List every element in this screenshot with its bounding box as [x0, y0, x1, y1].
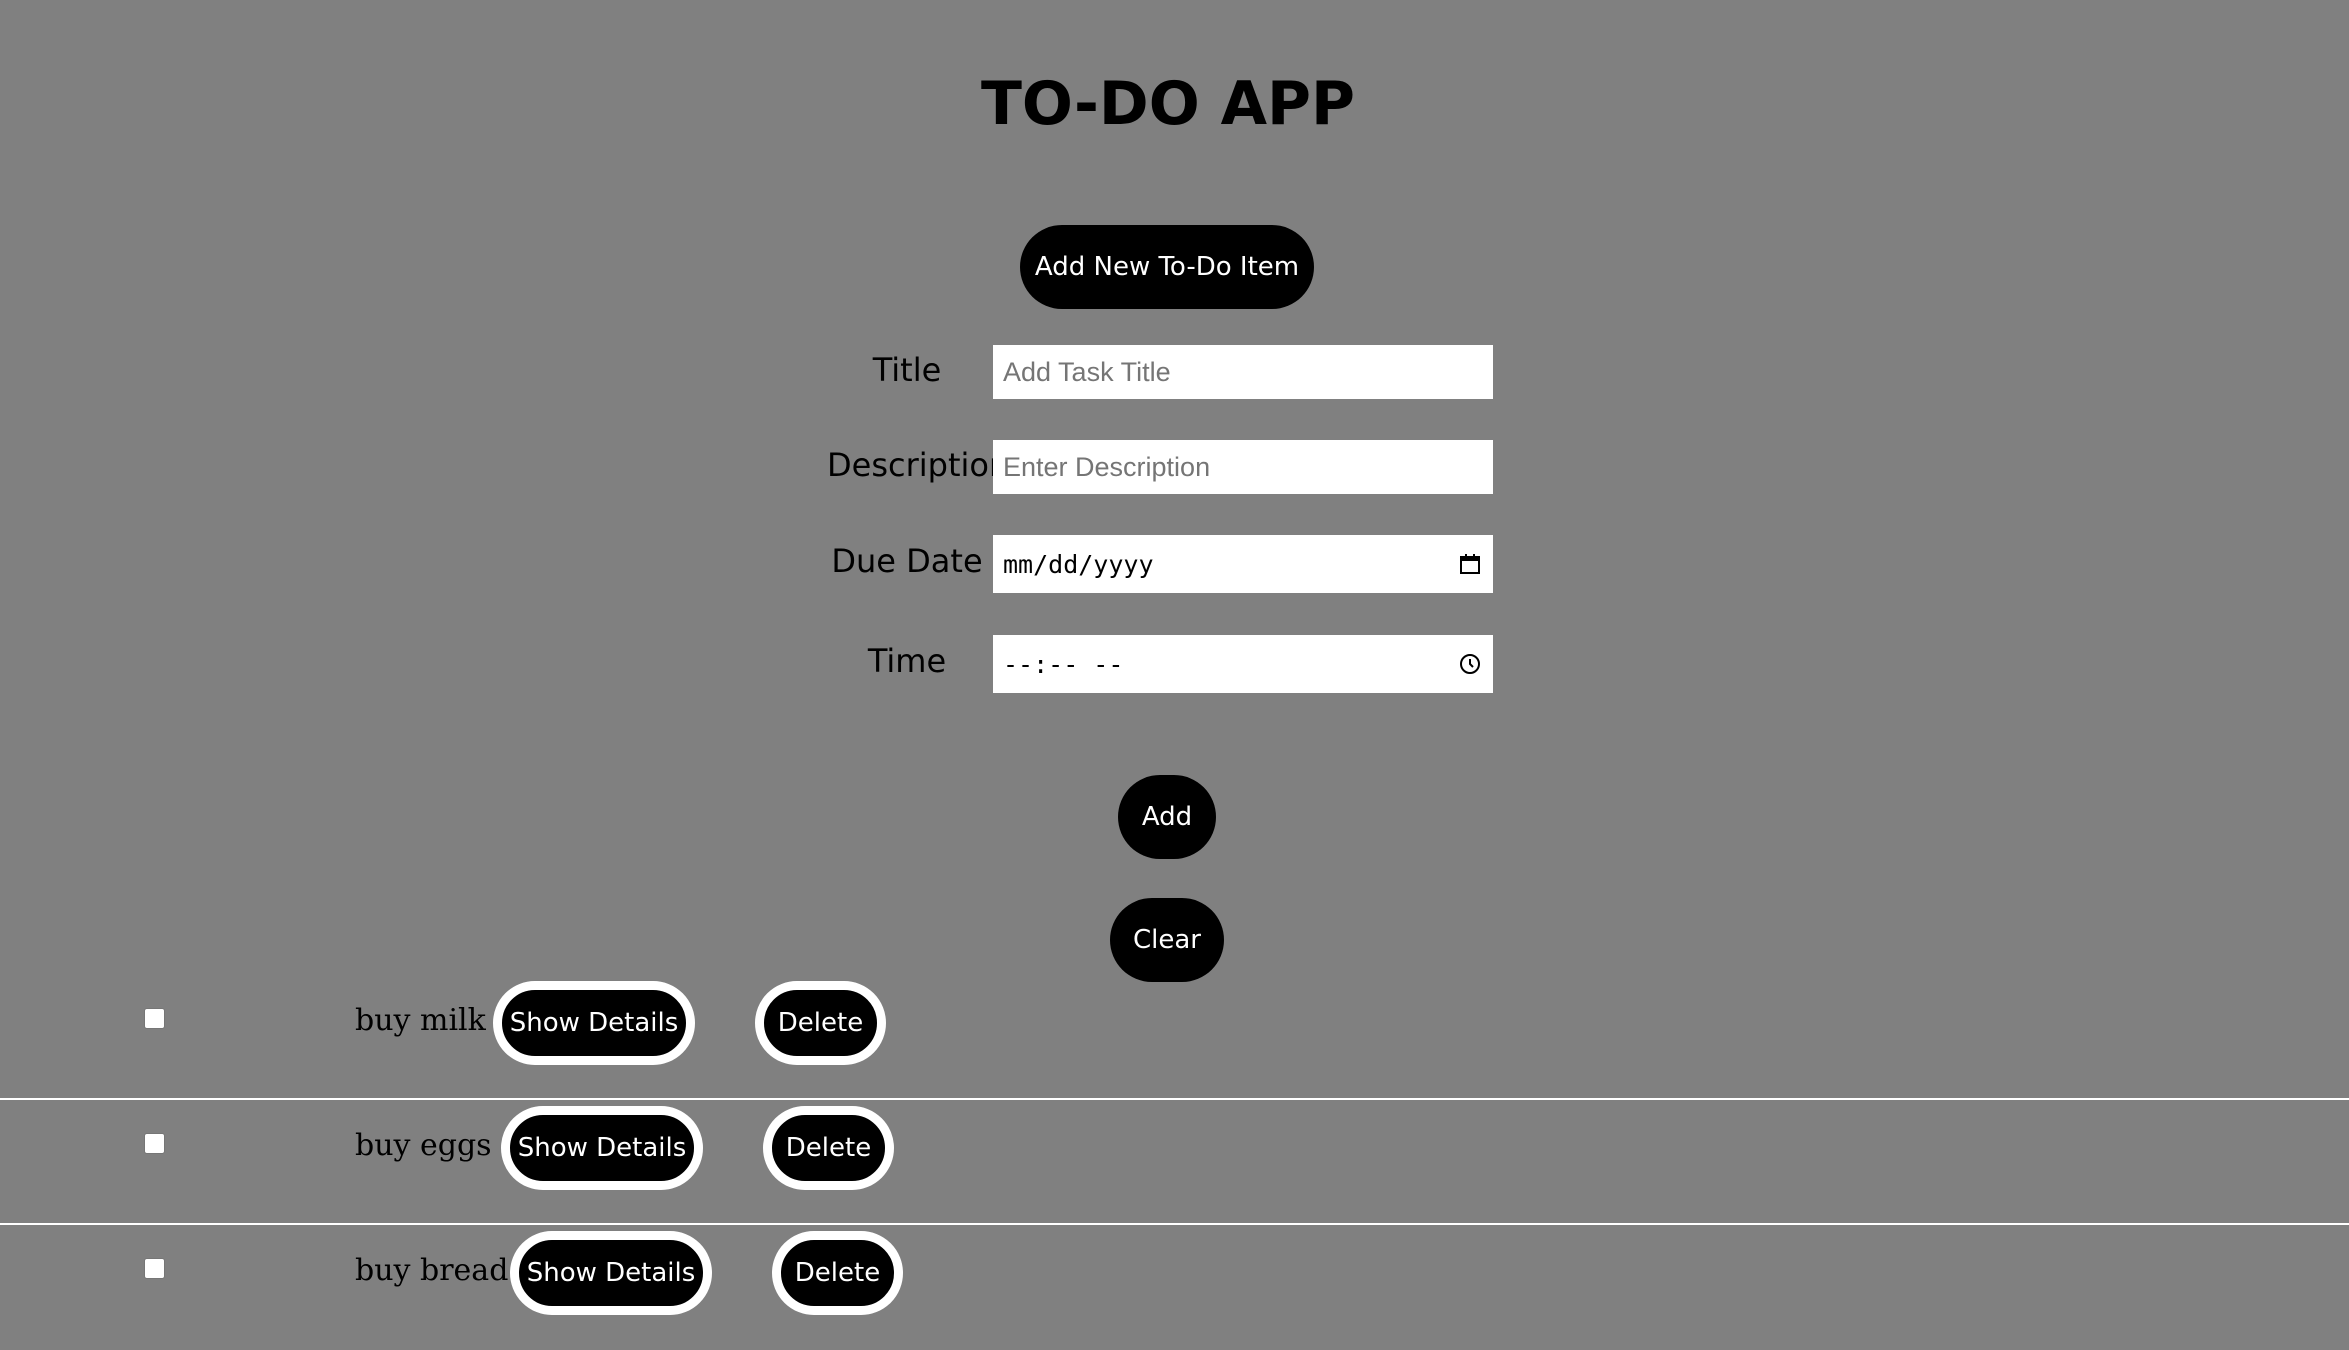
todo-checkbox[interactable] — [144, 1133, 165, 1154]
description-input[interactable] — [1003, 451, 1483, 483]
todo-item: buy eggs Show Details Delete — [0, 1100, 2349, 1225]
delete-button[interactable]: Delete — [755, 981, 886, 1065]
title-input[interactable] — [1003, 356, 1483, 388]
clear-button[interactable]: Clear — [1110, 898, 1224, 982]
todo-list: buy milk Show Details Delete buy eggs Sh… — [0, 975, 2349, 1350]
todo-text: buy milk — [355, 1003, 486, 1038]
description-label: Description — [827, 446, 1010, 484]
page-title: TO-DO APP — [980, 69, 1356, 139]
todo-checkbox[interactable] — [144, 1258, 165, 1279]
title-field-box — [993, 345, 1493, 399]
add-button[interactable]: Add — [1118, 775, 1216, 859]
todo-text: buy bread — [355, 1253, 509, 1288]
show-details-button[interactable]: Show Details — [501, 1106, 703, 1190]
todo-item: buy milk Show Details Delete — [0, 975, 2349, 1100]
clock-icon[interactable] — [1457, 651, 1483, 677]
todo-checkbox[interactable] — [144, 1008, 165, 1029]
due-date-label: Due Date — [831, 542, 983, 580]
todo-item: buy bread Show Details Delete — [0, 1225, 2349, 1350]
delete-button[interactable]: Delete — [772, 1231, 903, 1315]
time-input[interactable]: --:-- -- — [993, 635, 1493, 693]
time-value: --:-- -- — [1003, 649, 1124, 679]
due-date-value: mm/dd/yyyy — [1003, 549, 1154, 579]
delete-button[interactable]: Delete — [763, 1106, 894, 1190]
description-field-box — [993, 440, 1493, 494]
time-label: Time — [867, 642, 947, 680]
show-details-button[interactable]: Show Details — [510, 1231, 712, 1315]
todo-text: buy eggs — [355, 1128, 492, 1163]
show-details-button[interactable]: Show Details — [493, 981, 695, 1065]
calendar-icon[interactable] — [1457, 551, 1483, 577]
add-new-todo-button[interactable]: Add New To-Do Item — [1020, 225, 1314, 309]
due-date-input[interactable]: mm/dd/yyyy — [993, 535, 1493, 593]
title-label: Title — [872, 351, 942, 389]
